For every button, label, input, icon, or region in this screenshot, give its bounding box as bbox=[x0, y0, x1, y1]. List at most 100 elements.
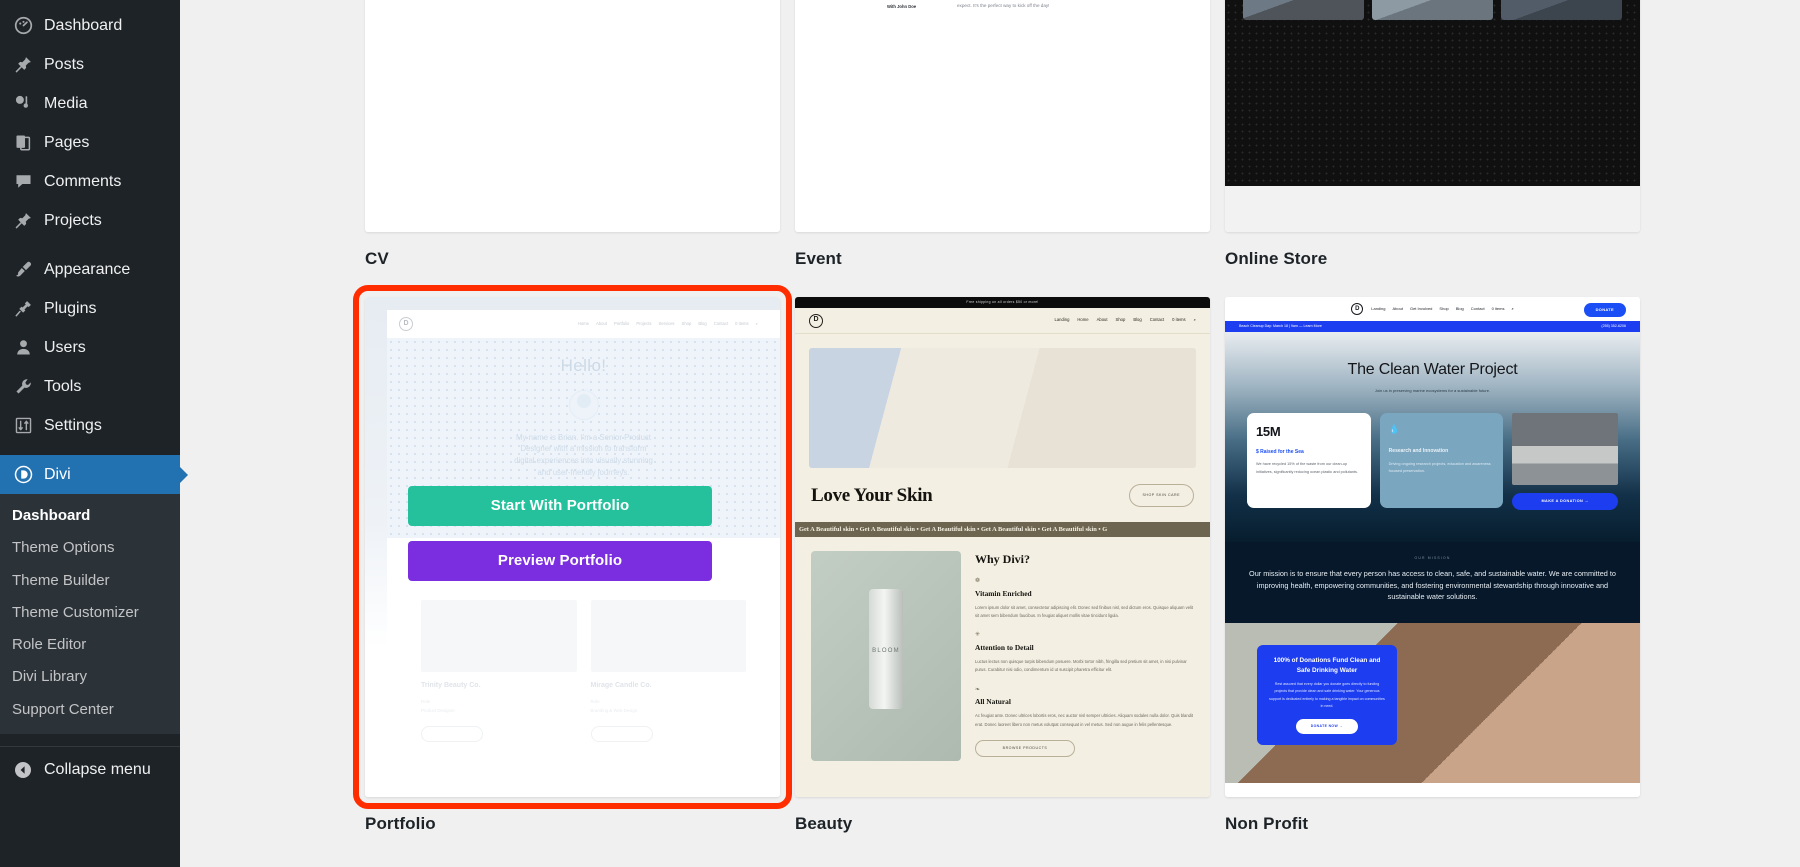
sidebar-item-posts[interactable]: Posts bbox=[0, 45, 180, 84]
sidebar-item-appearance[interactable]: Appearance bbox=[0, 250, 180, 289]
search-icon[interactable]: ⌕ bbox=[756, 321, 758, 327]
feature-title: All Natural bbox=[975, 697, 1011, 707]
shop-skin-care-button[interactable]: SHOP SKIN CARE bbox=[1128, 484, 1194, 508]
nav-link[interactable]: About bbox=[1097, 317, 1108, 323]
projects-pin-icon bbox=[12, 210, 34, 232]
layout-thumbnail-portfolio[interactable]: D Home About Portfolio Projects Services… bbox=[353, 285, 792, 809]
nav-link[interactable]: About bbox=[596, 321, 607, 327]
project-cta-button[interactable] bbox=[590, 725, 653, 742]
collapse-menu-button[interactable]: Collapse menu bbox=[0, 751, 180, 789]
start-with-portfolio-button[interactable]: Start With Portfolio bbox=[408, 486, 712, 526]
nav-link[interactable]: Get Involved bbox=[1410, 306, 1432, 312]
store-model-image bbox=[1243, 0, 1364, 21]
sidebar-item-dashboard[interactable]: Dashboard bbox=[0, 6, 180, 45]
portfolio-project-card[interactable]: Trinity Beauty Co. Role Product Designer bbox=[421, 600, 577, 742]
event-time: 10:20 AM bbox=[817, 0, 887, 11]
portfolio-bio-line: and user-friendly journeys. bbox=[537, 467, 630, 477]
media-icon bbox=[12, 93, 34, 115]
nonprofit-topbar: Beach Cleanup Day: March 18 | 9am — Lear… bbox=[1225, 321, 1640, 332]
nav-link[interactable]: About bbox=[1393, 306, 1403, 312]
settings-sliders-icon bbox=[12, 415, 34, 437]
sidebar-item-label: Pages bbox=[44, 133, 90, 151]
event-schedule: 10:00 AM Check-In Collect your event bad… bbox=[795, 0, 1210, 20]
nonprofit-preview: D Landing About Get Involved Shop Blog C… bbox=[1225, 297, 1640, 797]
submenu-item-dashboard[interactable]: Dashboard bbox=[0, 500, 180, 532]
sidebar-item-comments[interactable]: Comments bbox=[0, 162, 180, 201]
project-meta: Role Branding & Web Design bbox=[591, 697, 747, 716]
nav-link[interactable]: Home bbox=[578, 321, 589, 327]
donate-now-button[interactable]: DONATE NOW → bbox=[1296, 718, 1358, 734]
nav-link[interactable]: Blog bbox=[1456, 306, 1464, 312]
portfolio-project-card[interactable]: Mirage Candle Co. Role Branding & Web De… bbox=[590, 600, 747, 742]
cart-link[interactable]: 0 items bbox=[1172, 317, 1186, 323]
nav-link[interactable]: Landing bbox=[1055, 317, 1070, 323]
sidebar-item-projects[interactable]: Projects bbox=[0, 201, 180, 240]
collapse-menu-wrap: Collapse menu bbox=[0, 745, 180, 789]
layout-thumbnail-cv[interactable]: 2020 - 2023 Associate Design Director Ho… bbox=[365, 0, 780, 232]
nav-link[interactable]: Shop bbox=[1116, 317, 1126, 323]
water-drop-icon: 💧 bbox=[1388, 423, 1400, 434]
search-icon[interactable]: ⌕ bbox=[1511, 306, 1513, 312]
browse-products-button[interactable]: BROWSE PRODUCTS bbox=[975, 739, 1075, 757]
nav-link[interactable]: Shop bbox=[682, 321, 692, 327]
nav-link[interactable]: Portfolio bbox=[614, 321, 629, 327]
layout-card-event[interactable]: VIEW FREE EVENTS Event Schedule 10:00 AM… bbox=[795, 0, 1210, 297]
nav-link[interactable]: Shop bbox=[1439, 306, 1448, 312]
nav-link[interactable]: Landing bbox=[1371, 306, 1385, 312]
nonprofit-navbar: D Landing About Get Involved Shop Blog C… bbox=[1225, 297, 1640, 321]
layout-thumbnail-event[interactable]: VIEW FREE EVENTS Event Schedule 10:00 AM… bbox=[795, 0, 1210, 232]
layout-card-cv[interactable]: 2020 - 2023 Associate Design Director Ho… bbox=[365, 0, 780, 297]
project-cta-button[interactable] bbox=[421, 725, 483, 742]
sidebar-item-users[interactable]: Users bbox=[0, 328, 180, 367]
sidebar-item-media[interactable]: Media bbox=[0, 84, 180, 123]
nav-link[interactable]: Services bbox=[658, 321, 674, 327]
layout-grid: 2020 - 2023 Associate Design Director Ho… bbox=[180, 0, 1640, 862]
layout-thumbnail-beauty[interactable]: Free shipping on all orders $50 or more!… bbox=[795, 297, 1210, 797]
donate-button[interactable]: DONATE bbox=[1583, 303, 1626, 317]
portfolio-heading: Hello! bbox=[560, 356, 607, 375]
search-icon[interactable]: ⌕ bbox=[1194, 317, 1196, 323]
sidebar-item-settings[interactable]: Settings bbox=[0, 406, 180, 445]
nav-link[interactable]: Blog bbox=[1133, 317, 1141, 323]
nav-link[interactable]: Contact bbox=[1471, 306, 1485, 312]
submenu-item-theme-builder[interactable]: Theme Builder bbox=[0, 565, 180, 597]
nav-link[interactable]: Projects bbox=[636, 321, 651, 327]
beauty-hero-title: Love Your Skin bbox=[811, 485, 933, 506]
layout-thumbnail-non-profit[interactable]: D Landing About Get Involved Shop Blog C… bbox=[1225, 297, 1640, 797]
promo-desc: Rest assured that every dollar you donat… bbox=[1269, 682, 1385, 708]
sidebar-item-tools[interactable]: Tools bbox=[0, 367, 180, 406]
preview-portfolio-button[interactable]: Preview Portfolio bbox=[408, 541, 712, 581]
sidebar-item-divi[interactable]: Divi bbox=[0, 455, 180, 494]
layout-card-beauty[interactable]: Free shipping on all orders $50 or more!… bbox=[795, 297, 1210, 862]
portfolio-navbar: D Home About Portfolio Projects Services… bbox=[387, 310, 780, 338]
store-hero-section: WHERE FASHION MEETS FUNCTION Explore the… bbox=[1225, 0, 1640, 186]
portfolio-bio-line: digital experiences into visually stunni… bbox=[514, 456, 653, 466]
sidebar-item-pages[interactable]: Pages bbox=[0, 123, 180, 162]
layout-gallery: 2020 - 2023 Associate Design Director Ho… bbox=[180, 0, 1800, 867]
nav-link[interactable]: Contact bbox=[714, 321, 728, 327]
topbar-left-text[interactable]: Beach Cleanup Day: March 18 | 9am — Lear… bbox=[1239, 324, 1322, 329]
submenu-item-divi-library[interactable]: Divi Library bbox=[0, 661, 180, 693]
layout-card-non-profit[interactable]: D Landing About Get Involved Shop Blog C… bbox=[1225, 297, 1640, 862]
nav-link[interactable]: Contact bbox=[1150, 317, 1164, 323]
event-session-speaker: With John Doe bbox=[887, 3, 917, 9]
layout-card-portfolio[interactable]: D Home About Portfolio Projects Services… bbox=[353, 285, 792, 862]
tools-wrench-icon bbox=[12, 376, 34, 398]
submenu-item-theme-options[interactable]: Theme Options bbox=[0, 532, 180, 564]
beauty-marquee: Get A Beautiful skin • Get A Beautiful s… bbox=[795, 521, 1210, 537]
submenu-item-support-center[interactable]: Support Center bbox=[0, 694, 180, 726]
users-icon bbox=[12, 337, 34, 359]
sidebar-item-label: Users bbox=[44, 338, 86, 356]
submenu-item-role-editor[interactable]: Role Editor bbox=[0, 629, 180, 661]
sidebar-item-plugins[interactable]: Plugins bbox=[0, 289, 180, 328]
nav-link[interactable]: Blog bbox=[698, 321, 706, 327]
cart-link[interactable]: 0 items bbox=[735, 321, 749, 327]
research-card-desc: Driving ongoing research projects, educa… bbox=[1388, 461, 1491, 474]
submenu-item-theme-customizer[interactable]: Theme Customizer bbox=[0, 597, 180, 629]
layout-thumbnail-online-store[interactable]: BLACK SUNGLASSES ★★★★★ $39.00 $19.00 CLA… bbox=[1225, 0, 1640, 232]
make-a-donation-button[interactable]: MAKE A DONATION → bbox=[1512, 492, 1619, 511]
layout-card-online-store[interactable]: BLACK SUNGLASSES ★★★★★ $39.00 $19.00 CLA… bbox=[1225, 0, 1640, 297]
cart-link[interactable]: 0 items bbox=[1492, 306, 1505, 312]
nav-link[interactable]: Home bbox=[1077, 317, 1088, 323]
admin-sidebar: Dashboard Posts Media Pages Comments Pro… bbox=[0, 0, 180, 867]
